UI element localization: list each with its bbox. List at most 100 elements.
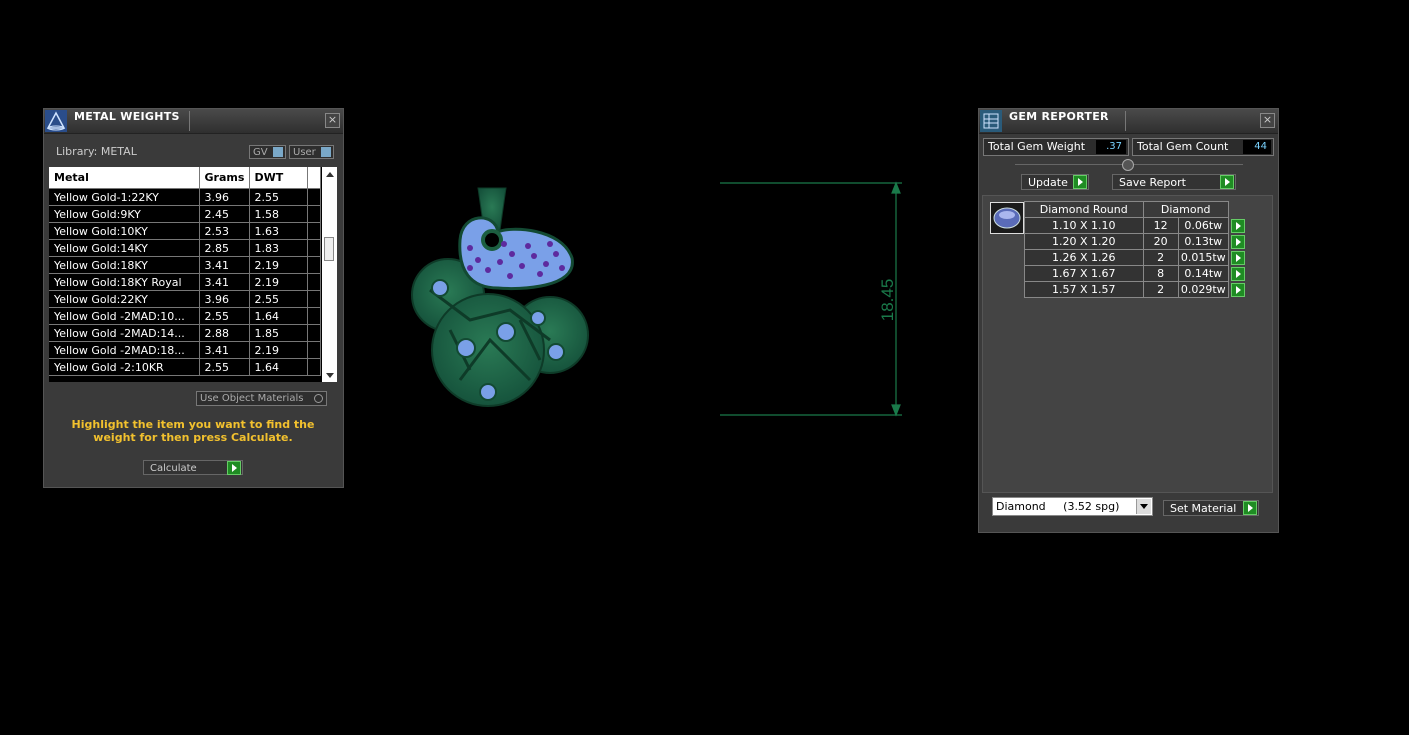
gem-report-row: 1.26 X 1.26 2 0.015tw (1024, 249, 1247, 266)
total-gem-count-label: Total Gem Count (1137, 140, 1229, 153)
gem-row-select-button[interactable] (1228, 234, 1246, 250)
column-header-metal[interactable]: Metal (49, 167, 200, 189)
gem-weight-cell: 0.13tw (1177, 233, 1229, 250)
row-spacer-cell (307, 222, 321, 240)
gem-reporter-titlebar[interactable]: GEM REPORTER × (979, 109, 1278, 134)
gem-row-arrow-icon[interactable] (1230, 234, 1245, 249)
row-spacer-cell (307, 307, 321, 325)
grams-cell: 2.55 (199, 358, 250, 376)
grams-cell: 2.88 (199, 324, 250, 342)
gem-row-arrow-icon[interactable] (1230, 218, 1245, 233)
gem-row-select-button[interactable] (1228, 218, 1246, 234)
dwt-cell: 1.63 (249, 222, 308, 240)
grams-cell: 3.96 (199, 290, 250, 308)
metal-name-cell: Yellow Gold -2:10KR (49, 358, 200, 376)
metal-weights-titlebar[interactable]: METAL WEIGHTS × (44, 109, 343, 134)
metal-name-cell: Yellow Gold:22KY (49, 290, 200, 308)
metal-name-cell: Yellow Gold:18KY Royal (49, 273, 200, 291)
gem-size-cell: 1.57 X 1.57 (1024, 281, 1144, 298)
grams-cell: 3.96 (199, 188, 250, 206)
gem-row-select-button[interactable] (1228, 282, 1246, 298)
row-spacer-cell (307, 256, 321, 274)
scroll-thumb[interactable] (324, 237, 334, 261)
metal-table-row[interactable]: Yellow Gold:22KY 3.96 2.55 (49, 290, 321, 308)
gem-report-row: 1.57 X 1.57 2 0.029tw (1024, 281, 1247, 298)
jewelry-viewport[interactable]: 18.45 (400, 170, 920, 430)
calculate-arrow-icon (227, 461, 241, 475)
dwt-cell: 1.83 (249, 239, 308, 257)
dwt-cell: 1.85 (249, 324, 308, 342)
gem-weight-cell: 0.029tw (1177, 281, 1229, 298)
update-arrow-icon (1073, 175, 1087, 189)
update-button[interactable]: Update (1021, 174, 1089, 190)
gem-row-arrow-icon[interactable] (1230, 266, 1245, 281)
dimension-label: 18.45 (878, 279, 897, 322)
metal-name-cell: Yellow Gold -2MAD:18... (49, 341, 200, 359)
gem-size-cell: 1.10 X 1.10 (1024, 217, 1144, 234)
gem-row-select-button[interactable] (1228, 250, 1246, 266)
metal-table-row[interactable]: Yellow Gold:18KY 3.41 2.19 (49, 256, 321, 274)
save-report-arrow-icon (1220, 175, 1234, 189)
metal-table: Metal Grams DWT Yellow Gold-1:22KY 3.96 2.… (49, 167, 321, 376)
chevron-down-icon[interactable] (1136, 499, 1151, 514)
grams-cell: 2.53 (199, 222, 250, 240)
metal-table-row[interactable]: Yellow Gold:18KY Royal 3.41 2.19 (49, 273, 321, 291)
gem-weight-cell: 0.015tw (1177, 249, 1229, 266)
gem-row-arrow-icon[interactable] (1230, 282, 1245, 297)
gv-toggle[interactable]: GV (249, 145, 286, 159)
gem-size-cell: 1.67 X 1.67 (1024, 265, 1144, 282)
grams-cell: 3.41 (199, 273, 250, 291)
title-separator (189, 111, 190, 131)
metal-list-scrollbar[interactable] (322, 167, 337, 382)
gem-reporter-close-icon[interactable]: × (1260, 113, 1275, 128)
metal-weights-close-icon[interactable]: × (325, 113, 340, 128)
metal-table-row[interactable]: Yellow Gold -2MAD:18... 3.41 2.19 (49, 341, 321, 359)
column-header-spacer (307, 167, 321, 189)
row-spacer-cell (307, 205, 321, 223)
metal-table-row[interactable]: Yellow Gold -2:10KR 2.55 1.64 (49, 358, 321, 376)
diamond-round-icon (990, 202, 1024, 234)
splitter-knob-icon[interactable] (1122, 159, 1134, 171)
scroll-down-icon[interactable] (326, 373, 334, 378)
gem-count-cell: 20 (1142, 233, 1179, 250)
user-toggle[interactable]: User (289, 145, 334, 159)
column-header-dwt[interactable]: DWT (249, 167, 308, 189)
gem-weight-cell: 0.14tw (1177, 265, 1229, 282)
metal-table-body: Yellow Gold-1:22KY 3.96 2.55 Yellow Gold:9K… (49, 188, 321, 376)
gem-weight-cell: 0.06tw (1177, 217, 1229, 234)
header-diamond-round: Diamond Round (1024, 201, 1144, 218)
use-object-materials-checkbox[interactable]: Use Object Materials (196, 391, 327, 406)
gem-count-cell: 12 (1142, 217, 1179, 234)
gem-row-select-button[interactable] (1228, 266, 1246, 282)
gem-row-arrow-icon[interactable] (1230, 250, 1245, 265)
material-select-value: Diamond (3.52 spg) (996, 500, 1120, 513)
dwt-cell: 1.64 (249, 358, 308, 376)
row-spacer-cell (307, 239, 321, 257)
dwt-cell: 1.58 (249, 205, 308, 223)
metal-weights-panel: METAL WEIGHTS × Library: METAL GV User M… (43, 108, 344, 488)
metal-table-row[interactable]: Yellow Gold-1:22KY 3.96 2.55 (49, 188, 321, 206)
material-select[interactable]: Diamond (3.52 spg) (992, 497, 1153, 516)
metal-name-cell: Yellow Gold -2MAD:14... (49, 324, 200, 342)
metal-table-row[interactable]: Yellow Gold -2MAD:10... 2.55 1.64 (49, 307, 321, 325)
metal-table-row[interactable]: Yellow Gold:14KY 2.85 1.83 (49, 239, 321, 257)
gem-report-row: 1.10 X 1.10 12 0.06tw (1024, 217, 1247, 234)
gv-toggle-indicator (273, 147, 283, 157)
calculate-label: Calculate (150, 463, 197, 474)
calculate-button[interactable]: Calculate (143, 460, 243, 475)
gv-toggle-label: GV (253, 147, 268, 158)
metal-table-row[interactable]: Yellow Gold:9KY 2.45 1.58 (49, 205, 321, 223)
metal-table-row[interactable]: Yellow Gold:10KY 2.53 1.63 (49, 222, 321, 240)
metal-name-cell: Yellow Gold:14KY (49, 239, 200, 257)
scroll-up-icon[interactable] (326, 172, 334, 177)
metal-table-row[interactable]: Yellow Gold -2MAD:14... 2.88 1.85 (49, 324, 321, 342)
set-material-label: Set Material (1170, 502, 1237, 515)
grams-cell: 2.55 (199, 307, 250, 325)
gem-count-cell: 8 (1142, 265, 1179, 282)
column-header-grams[interactable]: Grams (199, 167, 250, 189)
user-toggle-indicator (321, 147, 331, 157)
save-report-button[interactable]: Save Report (1112, 174, 1236, 190)
set-material-button[interactable]: Set Material (1163, 500, 1259, 516)
row-spacer-cell (307, 188, 321, 206)
metal-list-container: Metal Grams DWT Yellow Gold-1:22KY 3.96 2.… (49, 167, 337, 382)
